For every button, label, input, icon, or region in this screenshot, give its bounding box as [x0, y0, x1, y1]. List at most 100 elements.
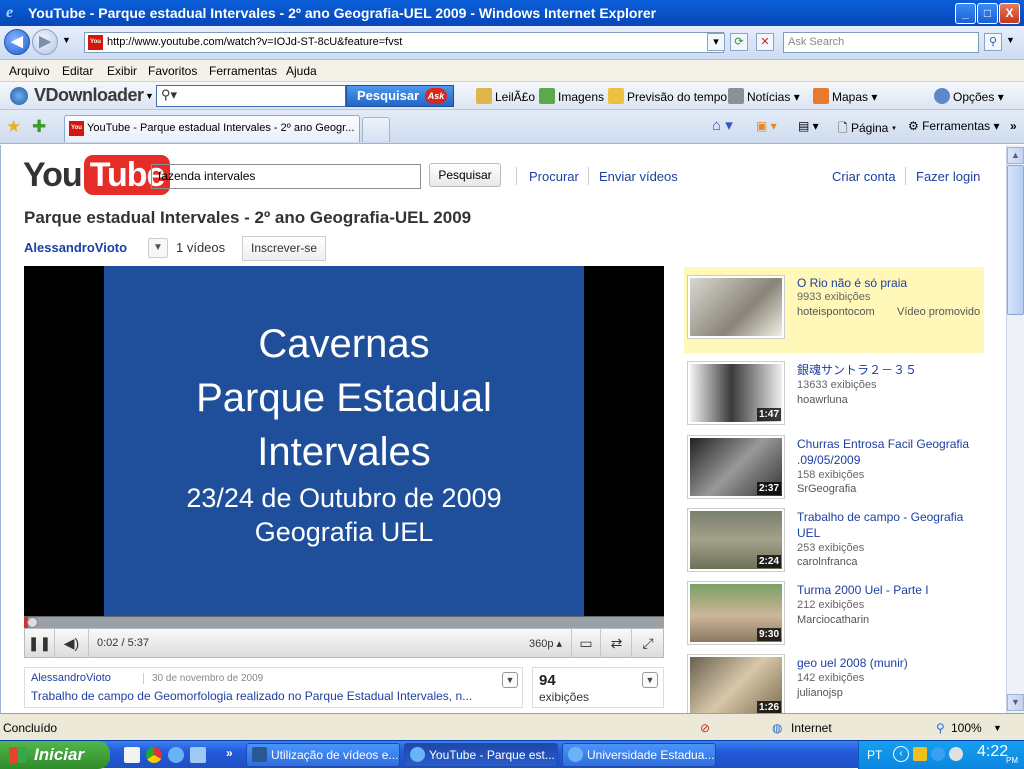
- print-icon[interactable]: ▤ ▾: [798, 119, 819, 133]
- related-title[interactable]: Churras Entrosa Facil Geografia .09/05/2…: [797, 436, 982, 468]
- uploader-link[interactable]: AlessandroVioto: [24, 240, 127, 255]
- scroll-thumb[interactable]: [1007, 165, 1024, 315]
- youtube-search-input[interactable]: fazenda intervales: [151, 164, 421, 189]
- add-favorites-icon[interactable]: ✚: [32, 117, 46, 137]
- vdownloader-search-button[interactable]: Pesquisar Ask: [346, 85, 454, 107]
- minimize-button[interactable]: _: [955, 3, 976, 24]
- related-video-promoted[interactable]: O Rio não é só praia 9933 exibições hote…: [684, 267, 984, 353]
- search-options-dropdown[interactable]: ▼: [1006, 35, 1015, 45]
- related-channel[interactable]: carolnfranca: [797, 556, 858, 568]
- start-button[interactable]: Iniciar: [0, 741, 110, 769]
- quicklaunch-more-icon[interactable]: »: [226, 746, 233, 760]
- security-shield-icon[interactable]: [913, 747, 927, 761]
- maximize-button[interactable]: □: [977, 3, 998, 24]
- ask-search-input[interactable]: Ask Search: [783, 32, 979, 53]
- video-thumbnail[interactable]: 1:47: [687, 361, 785, 425]
- network-icon[interactable]: [931, 747, 945, 761]
- toolbar-leilao[interactable]: LeilÃ£o: [476, 88, 535, 104]
- toolbar-mapas[interactable]: Mapas ▾: [813, 88, 877, 104]
- vdownloader-search-input[interactable]: ⚲▾: [156, 85, 346, 107]
- toolbar-noticias[interactable]: Notícias ▾: [728, 88, 800, 104]
- scroll-up-arrow-icon[interactable]: ▲: [1007, 147, 1024, 164]
- url-field[interactable]: You http://www.youtube.com/watch?v=IOJd-…: [84, 32, 724, 53]
- related-video[interactable]: 2:24 Trabalho de campo - Geografia UEL 2…: [684, 504, 984, 574]
- home-icon[interactable]: ⌂ ▾: [712, 116, 733, 134]
- description-text[interactable]: Trabalho de campo de Geomorfologia reali…: [31, 689, 472, 703]
- clock[interactable]: 4:22: [977, 743, 1008, 761]
- video-thumbnail[interactable]: 2:37: [687, 435, 785, 499]
- volume-tray-icon[interactable]: [949, 747, 963, 761]
- quality-selector[interactable]: 360p ▴: [529, 637, 562, 650]
- zoom-level[interactable]: 100%: [951, 721, 982, 735]
- browse-link[interactable]: Procurar: [529, 169, 579, 184]
- video-thumbnail[interactable]: [687, 275, 785, 339]
- back-button[interactable]: ◀: [4, 29, 30, 55]
- search-icon[interactable]: ⚲: [984, 33, 1002, 51]
- volume-icon[interactable]: ◀): [55, 629, 89, 658]
- recent-pages-dropdown[interactable]: ▼: [62, 35, 71, 45]
- toolbar-previsao[interactable]: Previsão do tempo: [608, 88, 727, 104]
- related-video[interactable]: 1:47 銀魂サントラ２－３５ 13633 exibições hoawrlun…: [684, 357, 984, 427]
- video-thumbnail[interactable]: 2:24: [687, 508, 785, 572]
- chevron-more-icon[interactable]: »: [1010, 119, 1017, 133]
- related-video[interactable]: 1:26 geo uel 2008 (munir) 142 exibições …: [684, 650, 984, 713]
- menu-ferramentas[interactable]: Ferramentas: [209, 64, 277, 78]
- chevron-down-icon[interactable]: ▼: [148, 238, 168, 258]
- related-title[interactable]: Turma 2000 Uel - Parte I: [797, 582, 982, 598]
- tools-menu[interactable]: ⚙ Ferramentas ▾: [908, 119, 999, 133]
- chrome-icon[interactable]: [146, 747, 162, 763]
- video-thumbnail[interactable]: 1:26: [687, 654, 785, 713]
- pause-icon[interactable]: ❚❚: [25, 629, 55, 658]
- toolbar-imagens[interactable]: Imagens: [539, 88, 604, 104]
- expand-description-icon[interactable]: ▼: [502, 672, 518, 688]
- related-video[interactable]: 2:37 Churras Entrosa Facil Geografia .09…: [684, 431, 984, 501]
- video-thumbnail[interactable]: 9:30: [687, 581, 785, 645]
- stop-icon[interactable]: ✕: [756, 33, 774, 51]
- zoom-dropdown[interactable]: ▼: [993, 723, 1002, 733]
- new-tab-button[interactable]: [362, 117, 390, 142]
- related-title[interactable]: O Rio não é só praia: [797, 275, 982, 291]
- subscribe-button[interactable]: Inscrever-se: [242, 236, 326, 261]
- expand-stats-icon[interactable]: ▼: [642, 672, 658, 688]
- ebay-icon[interactable]: [124, 747, 140, 763]
- upload-link[interactable]: Enviar vídeos: [599, 169, 678, 184]
- favorites-star-icon[interactable]: ★: [6, 117, 21, 137]
- related-channel[interactable]: julianojsp: [797, 687, 843, 699]
- popout-icon[interactable]: ▭: [571, 629, 601, 658]
- close-button[interactable]: X: [999, 3, 1020, 24]
- fullscreen-icon[interactable]: ⤢: [633, 629, 663, 658]
- menu-favoritos[interactable]: Favoritos: [148, 64, 197, 78]
- desktop-icon[interactable]: [190, 747, 206, 763]
- related-channel[interactable]: hoteispontocom: [797, 306, 875, 318]
- seek-bar[interactable]: [24, 616, 664, 628]
- menu-exibir[interactable]: Exibir: [107, 64, 137, 78]
- zoom-icon[interactable]: ⚲: [936, 721, 945, 735]
- language-indicator[interactable]: PT: [867, 748, 882, 762]
- menu-ajuda[interactable]: Ajuda: [286, 64, 317, 78]
- ie-quicklaunch-icon[interactable]: [168, 747, 184, 763]
- related-title[interactable]: 銀魂サントラ２－３５: [797, 362, 982, 378]
- feeds-icon[interactable]: ▣ ▾: [756, 119, 777, 133]
- taskbar-item-word[interactable]: Utilização de vídeos e...: [246, 743, 400, 767]
- related-channel[interactable]: SrGeografia: [797, 483, 856, 495]
- youtube-logo[interactable]: You Tube: [23, 155, 171, 195]
- page-scrollbar[interactable]: ▲ ▼: [1006, 145, 1024, 713]
- related-title[interactable]: Trabalho de campo - Geografia UEL: [797, 509, 982, 541]
- menu-arquivo[interactable]: Arquivo: [9, 64, 50, 78]
- related-title[interactable]: geo uel 2008 (munir): [797, 655, 982, 671]
- menu-editar[interactable]: Editar: [62, 64, 93, 78]
- tab-youtube[interactable]: You YouTube - Parque estadual Intervales…: [64, 115, 360, 142]
- tray-collapse-icon[interactable]: ‹: [893, 746, 909, 762]
- vdownloader-dropdown[interactable]: ▼: [145, 91, 154, 101]
- related-channel[interactable]: hoawrluna: [797, 394, 848, 406]
- create-account-link[interactable]: Criar conta: [832, 169, 896, 184]
- video-player[interactable]: Cavernas Parque Estadual Intervales 23/2…: [24, 266, 664, 658]
- page-menu[interactable]: 🗋 Página ▾: [838, 119, 896, 140]
- toolbar-opcoes[interactable]: Opções ▾: [934, 88, 1004, 104]
- refresh-icon[interactable]: ⟳: [730, 33, 748, 51]
- description-user-link[interactable]: AlessandroVioto: [31, 672, 111, 684]
- taskbar-item-youtube[interactable]: YouTube - Parque est...: [404, 743, 558, 767]
- related-channel[interactable]: Marciocatharin: [797, 614, 869, 626]
- scroll-down-arrow-icon[interactable]: ▼: [1007, 694, 1024, 711]
- popup-blocked-icon[interactable]: ⊘: [700, 721, 710, 735]
